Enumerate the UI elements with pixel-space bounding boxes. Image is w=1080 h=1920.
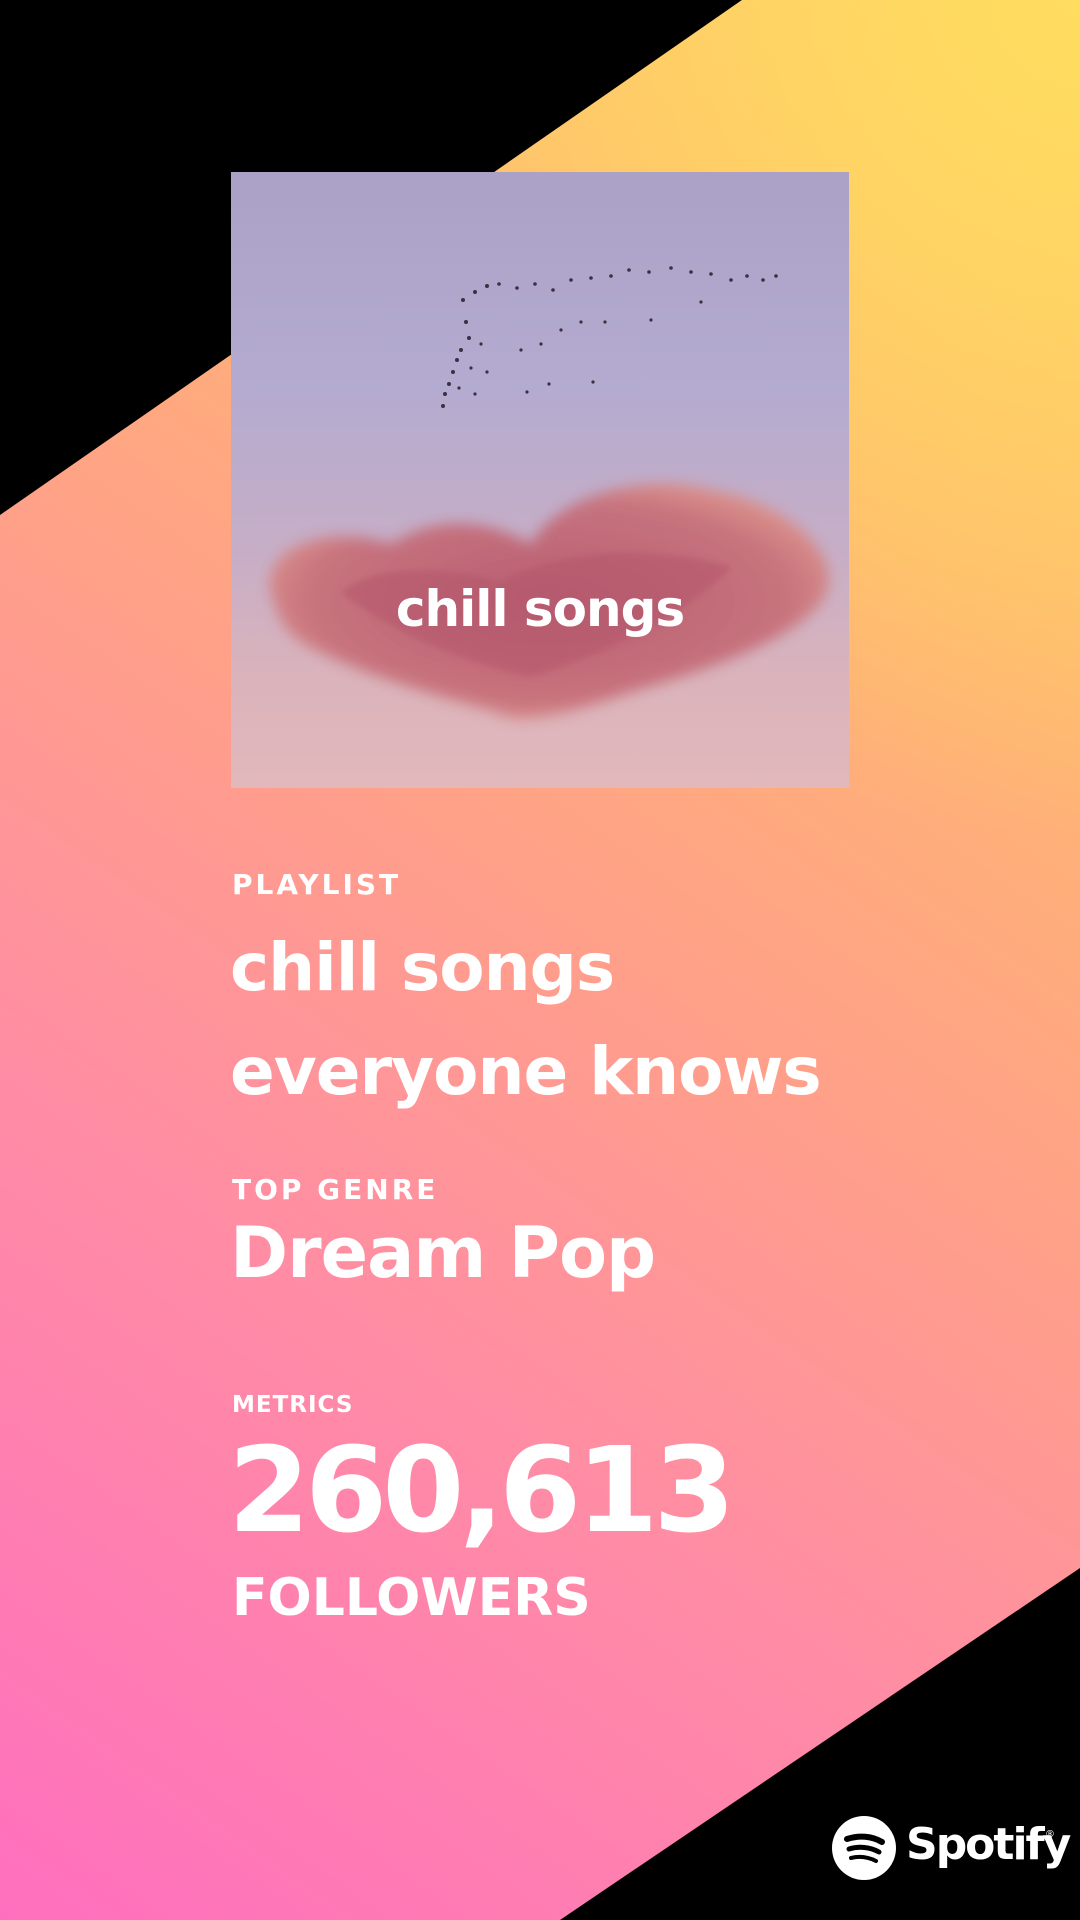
- registered-mark: ®: [1045, 1829, 1055, 1840]
- spotify-wordmark: Spotify: [906, 1819, 1071, 1870]
- playlist-name: chill songs everyone knows: [230, 916, 950, 1124]
- followers-label: FOLLOWERS: [232, 1568, 591, 1628]
- followers-count: 260,613: [228, 1421, 735, 1559]
- playlist-name-line-1: chill songs: [230, 929, 615, 1006]
- cover-title: chill songs: [395, 580, 685, 638]
- top-genre-label: TOP GENRE: [232, 1173, 439, 1206]
- playlist-cover-art: chill songs: [231, 172, 849, 788]
- share-card: chill songs PLAYLIST chill songs everyon…: [0, 0, 1080, 1920]
- top-genre-value: Dream Pop: [230, 1212, 656, 1294]
- crescent-moon-icon: [631, 326, 727, 388]
- spotify-brand: Spotify ®: [832, 1815, 1071, 1881]
- playlist-name-line-2: everyone knows: [230, 1033, 822, 1110]
- playlist-label: PLAYLIST: [232, 868, 402, 901]
- metrics-label: METRICS: [232, 1392, 354, 1418]
- bird-flock: [441, 266, 778, 408]
- spotify-logo-icon: [832, 1816, 896, 1880]
- cover-scene: [269, 266, 829, 719]
